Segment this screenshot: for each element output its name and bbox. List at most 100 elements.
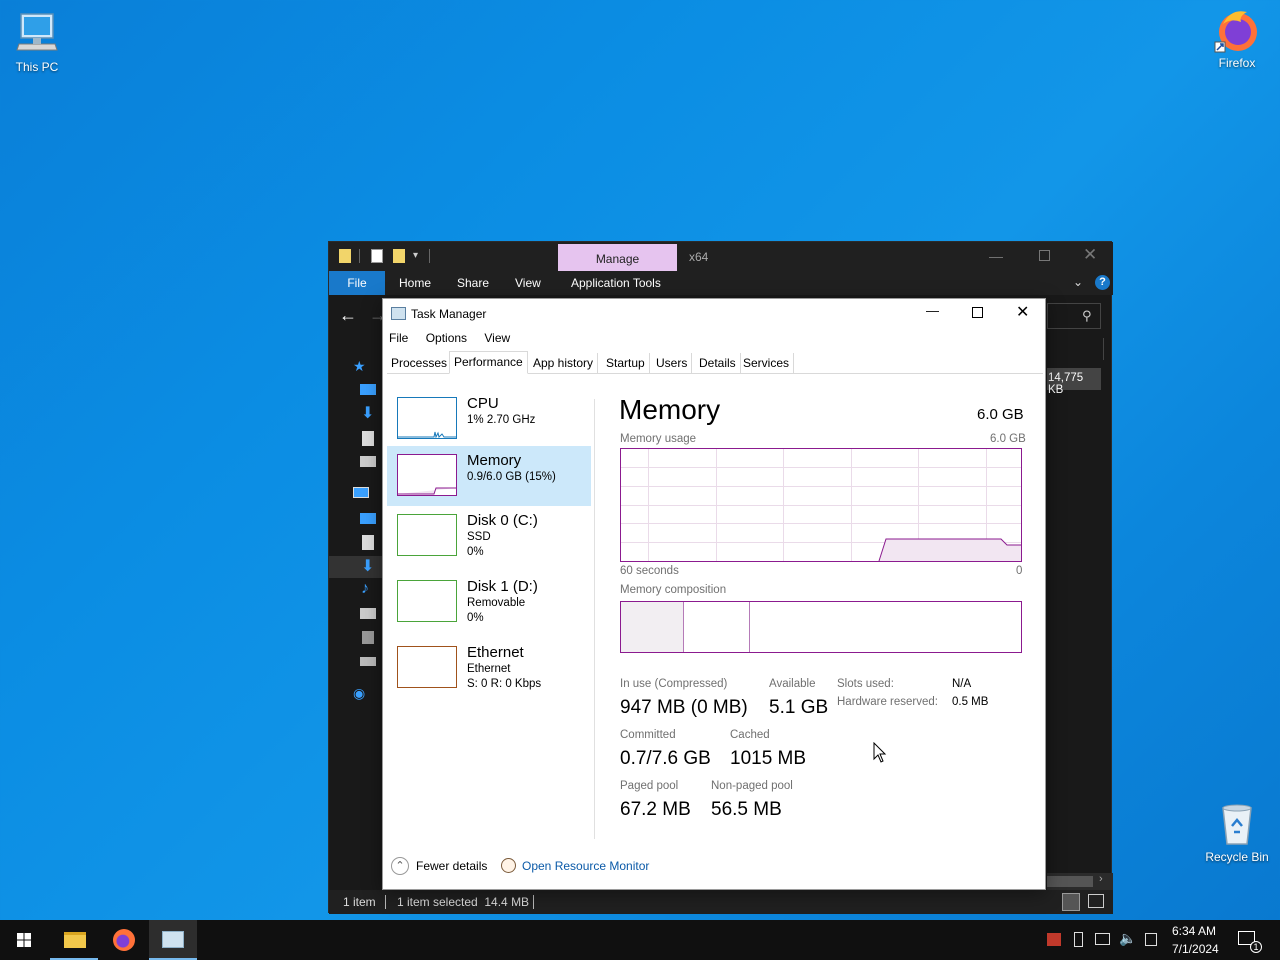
menu-options[interactable]: Options [426, 331, 467, 345]
ribbon-tab-share[interactable]: Share [447, 271, 499, 295]
status-divider [385, 895, 386, 909]
taskbar-file-explorer[interactable] [50, 920, 98, 960]
ribbon-tab-file[interactable]: File [329, 271, 385, 295]
contextual-tab-manage[interactable]: Manage [558, 244, 677, 271]
tab-services[interactable]: Services [739, 353, 795, 373]
start-button[interactable] [0, 920, 48, 960]
tab-processes[interactable]: Processes [387, 353, 453, 373]
sidebar-item-detail: Ethernet [467, 663, 511, 675]
taskbar-task-manager[interactable] [149, 920, 197, 960]
explorer-search-box[interactable]: ⚲ [1047, 303, 1101, 329]
file-explorer-icon [64, 932, 86, 948]
sidebar-item-disk-0[interactable]: Disk 0 (C:) SSD 0% [387, 506, 591, 566]
minimize-icon[interactable]: — [989, 248, 1003, 264]
help-icon[interactable]: ? [1095, 275, 1110, 290]
sidebar-item-throughput: S: 0 R: 0 Kbps [467, 678, 542, 690]
explorer-status-bar: 1 item 1 item selected 14.4 MB [329, 890, 1113, 914]
status-divider [533, 895, 534, 909]
desktop-icon-firefox[interactable]: Firefox [1200, 6, 1274, 70]
disk-0-thumbnail-graph [397, 514, 457, 556]
ribbon-tab-view[interactable]: View [505, 271, 551, 295]
sidebar-item-disk-1[interactable]: Disk 1 (D:) Removable 0% [387, 572, 591, 632]
close-icon[interactable]: ✕ [1083, 245, 1097, 265]
pictures-icon[interactable] [360, 608, 376, 619]
local-disk-icon[interactable] [360, 657, 376, 666]
ime-icon[interactable] [1145, 933, 1157, 946]
maximize-icon[interactable] [1039, 250, 1050, 261]
memory-usage-max: 6.0 GB [990, 433, 1026, 445]
pictures-icon[interactable] [360, 456, 376, 467]
scroll-right-icon[interactable]: › [1099, 873, 1103, 885]
sidebar-item-cpu[interactable]: CPU 1% 2.70 GHz [387, 389, 591, 449]
documents-icon[interactable] [362, 431, 374, 446]
tab-startup[interactable]: Startup [602, 353, 650, 373]
details-view-icon[interactable] [1062, 893, 1080, 911]
menu-file[interactable]: File [389, 331, 408, 345]
task-manager-icon [391, 307, 406, 320]
fewer-details-link[interactable]: Fewer details [416, 859, 487, 873]
properties-icon[interactable] [371, 249, 383, 263]
desktop-icon-this-pc[interactable]: This PC [0, 10, 74, 74]
clock-date[interactable]: 7/1/2024 [1172, 942, 1219, 956]
downloads-icon[interactable]: ⬇ [361, 556, 374, 576]
non-paged-pool-label: Non-paged pool [711, 780, 793, 792]
close-icon[interactable]: ✕ [1016, 302, 1029, 322]
committed-value: 0.7/7.6 GB [620, 748, 711, 769]
menu-view[interactable]: View [484, 331, 510, 345]
fewer-details-chevron-icon[interactable]: ⌃ [391, 857, 409, 875]
desktop-icon-recycle-bin[interactable]: Recycle Bin [1200, 800, 1274, 864]
tab-details[interactable]: Details [695, 353, 741, 373]
minimize-icon[interactable]: — [926, 303, 939, 318]
sidebar-item-usage: 0% [467, 612, 484, 624]
graph-axis-time: 60 seconds [620, 565, 679, 577]
scrollbar-thumb[interactable] [1047, 876, 1093, 887]
desktop-folder-icon[interactable] [360, 513, 376, 524]
downloads-selected-row[interactable] [329, 556, 383, 578]
explorer-ribbon: File Home Share View Application Tools ⌄… [329, 271, 1113, 295]
downloads-icon[interactable]: ⬇ [361, 403, 374, 423]
usb-eject-icon[interactable] [1074, 932, 1083, 947]
cached-value: 1015 MB [730, 748, 807, 769]
music-icon[interactable]: ♪ [361, 580, 369, 598]
back-arrow-icon[interactable]: ← [339, 305, 357, 326]
network-icon[interactable]: ◉ [353, 685, 365, 702]
status-item-count: 1 item [343, 895, 376, 909]
large-icons-view-icon[interactable] [1088, 894, 1104, 908]
documents-icon[interactable] [362, 535, 374, 550]
sidebar-item-detail: Removable [467, 597, 526, 609]
clock-time[interactable]: 6:34 AM [1172, 924, 1216, 938]
sidebar-item-ethernet[interactable]: Ethernet Ethernet S: 0 R: 0 Kbps [387, 638, 591, 698]
memory-usage-label: Memory usage [620, 433, 697, 445]
videos-icon[interactable] [362, 631, 374, 644]
horizontal-scrollbar[interactable]: › [1047, 873, 1113, 890]
notification-badge: 1 [1250, 941, 1262, 953]
desktop-folder-icon[interactable] [360, 384, 376, 395]
taskbar-firefox[interactable] [100, 920, 148, 960]
network-icon[interactable] [1095, 933, 1110, 945]
chevron-down-icon[interactable]: ⌄ [1073, 275, 1083, 289]
new-folder-icon[interactable] [393, 249, 405, 263]
tab-app-history[interactable]: App history [529, 353, 599, 373]
tab-users[interactable]: Users [652, 353, 693, 373]
file-row-selected[interactable]: 14,775 KB [1047, 368, 1101, 396]
ribbon-tab-home[interactable]: Home [389, 271, 441, 295]
paged-pool-label: Paged pool [620, 780, 679, 792]
sidebar-item-name: Memory [467, 452, 522, 469]
sidebar-item-memory[interactable]: Memory 0.9/6.0 GB (15%) [387, 446, 591, 506]
this-pc-icon[interactable] [353, 487, 369, 498]
volume-muted-icon[interactable]: 🔈 [1119, 930, 1136, 947]
quick-access-star-icon[interactable]: ★ [353, 358, 366, 375]
tab-performance[interactable]: Performance [449, 351, 528, 374]
tray-app-icon[interactable] [1047, 933, 1061, 946]
customize-toolbar-icon[interactable]: ▾ [413, 250, 418, 261]
open-resource-monitor-link[interactable]: Open Resource Monitor [522, 859, 649, 873]
tm-title: Task Manager [411, 307, 487, 321]
explorer-title-bar: ▾ Manage x64 — ✕ [329, 242, 1113, 271]
ribbon-tab-application-tools[interactable]: Application Tools [561, 271, 671, 295]
computer-icon [13, 10, 61, 58]
maximize-icon[interactable] [972, 307, 983, 318]
available-label: Available [769, 678, 816, 690]
hardware-reserved-value: 0.5 MB [952, 696, 989, 708]
mouse-cursor-icon [873, 741, 887, 767]
sidebar-item-name: CPU [467, 395, 499, 412]
